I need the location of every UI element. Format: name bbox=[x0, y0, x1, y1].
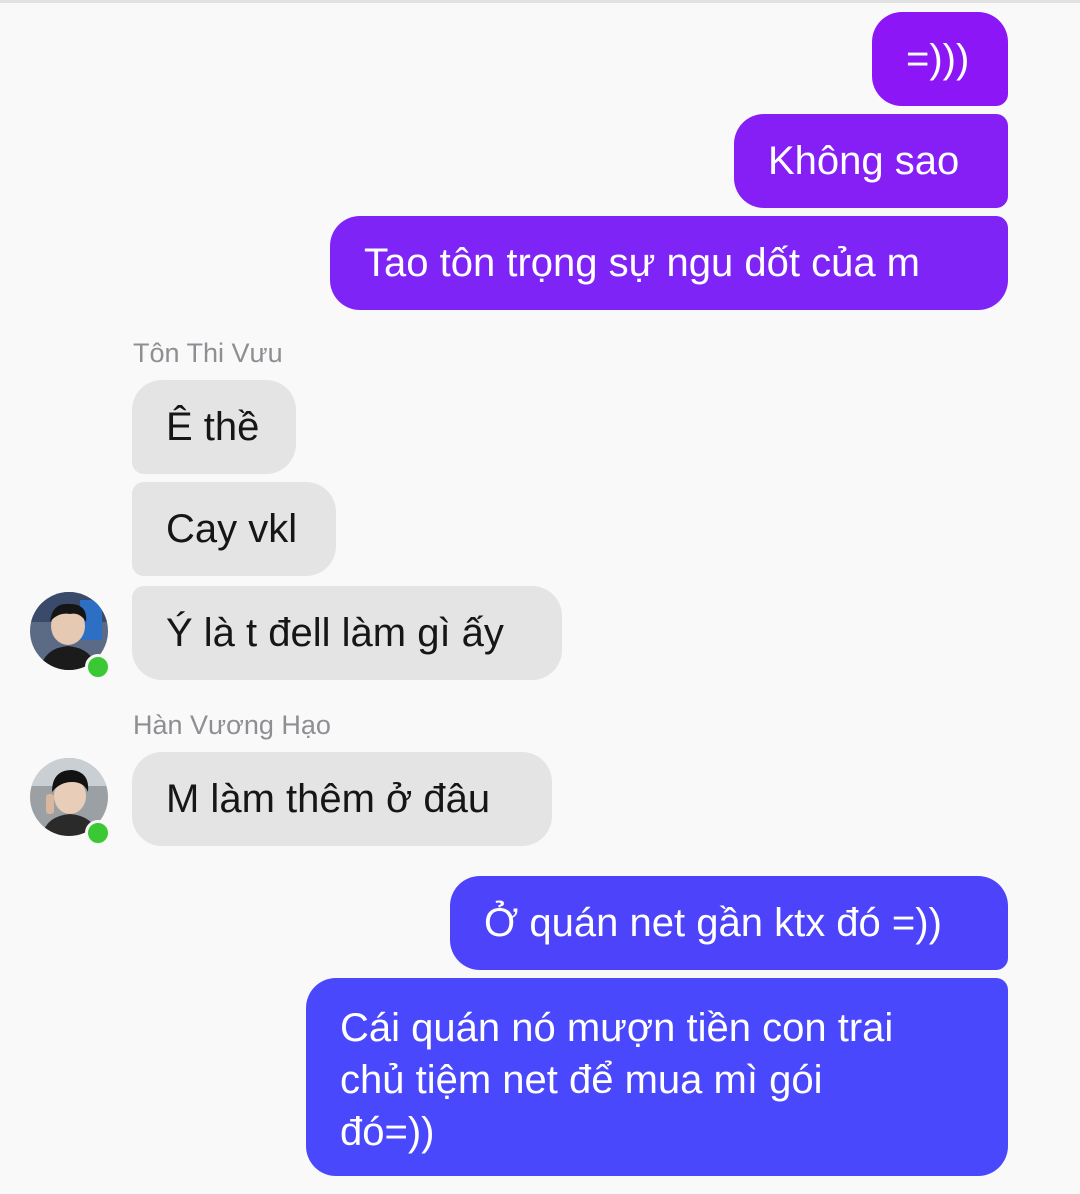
message-bubble-received[interactable]: M làm thêm ở đâu bbox=[132, 752, 552, 846]
message-bubble-received[interactable]: Cay vkl bbox=[132, 482, 336, 576]
message-text: Ý là t đell làm gì ấy bbox=[166, 611, 504, 655]
chat-screen: =))) Không sao Tao tôn trọng sự ngu dốt … bbox=[0, 0, 1080, 1194]
sender-name: Hàn Vương Hạo bbox=[133, 710, 331, 740]
message-text-line: đó=)) bbox=[340, 1110, 435, 1154]
online-indicator bbox=[85, 654, 111, 680]
message-bubble-sent[interactable]: Tao tôn trọng sự ngu dốt của m bbox=[330, 216, 1008, 310]
message-text: Ê thề bbox=[166, 405, 260, 449]
message-bubble-sent[interactable]: =))) bbox=[872, 12, 1008, 106]
message-bubble-received[interactable]: Ê thề bbox=[132, 380, 296, 474]
message-text: Cay vkl bbox=[166, 507, 298, 551]
message-text: Ở quán net gần ktx đó =)) bbox=[484, 901, 942, 945]
sender-name: Tôn Thi Vưu bbox=[133, 338, 283, 368]
message-text: Tao tôn trọng sự ngu dốt của m bbox=[364, 241, 920, 285]
message-text-line: chủ tiệm net để mua mì gói bbox=[340, 1058, 823, 1102]
top-divider bbox=[0, 0, 1080, 3]
online-indicator bbox=[85, 820, 111, 846]
message-text-line: Cái quán nó mượn tiền con trai bbox=[340, 1006, 894, 1050]
message-bubble-sent[interactable]: Cái quán nó mượn tiền con trai chủ tiệm … bbox=[306, 978, 1008, 1176]
message-bubble-sent[interactable]: Ở quán net gần ktx đó =)) bbox=[450, 876, 1008, 970]
message-text: Không sao bbox=[768, 139, 960, 183]
message-text: =))) bbox=[906, 37, 970, 81]
message-bubble-received[interactable]: Ý là t đell làm gì ấy bbox=[132, 586, 562, 680]
message-text: M làm thêm ở đâu bbox=[166, 777, 491, 821]
message-bubble-sent[interactable]: Không sao bbox=[734, 114, 1008, 208]
